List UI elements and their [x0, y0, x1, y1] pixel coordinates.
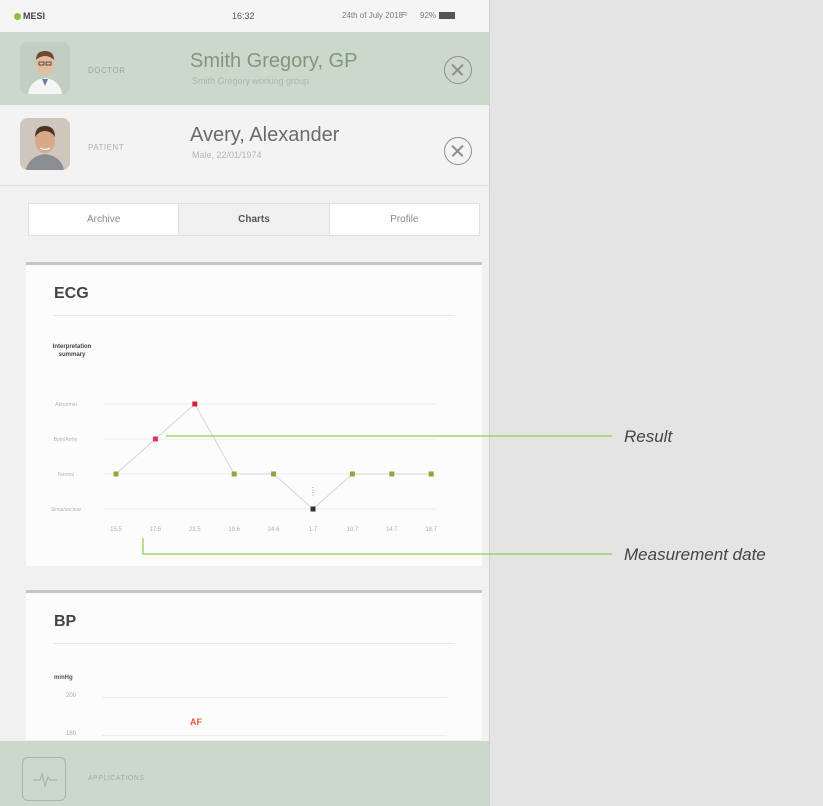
ecg-y-tick-label: Abnormal	[55, 402, 76, 408]
ecg-x-tick-label: 14.7	[386, 527, 398, 533]
status-time: 16:32	[232, 11, 255, 21]
brand-logo: MESI	[14, 11, 45, 21]
close-patient-icon[interactable]	[444, 137, 472, 165]
applications-label: APPLICATIONS	[88, 775, 145, 782]
ecg-ylabel: summary	[59, 352, 86, 358]
doctor-subtitle: Smith Gregory working group	[192, 76, 310, 86]
bp-gridline	[102, 697, 447, 698]
patient-subtitle: Male, 22/01/1974	[192, 150, 262, 160]
bp-card[interactable]: BP mmHg 200 180 AF	[26, 590, 482, 740]
bp-annotation: AF	[190, 717, 202, 727]
ecg-x-tick-label: 24.6	[268, 527, 280, 533]
ecg-chart[interactable]: Interpretation summary Sinus/unclear Normal…	[26, 265, 482, 565]
patient-header[interactable]: PATIENT Avery, Alexander Male, 22/01/197…	[0, 106, 489, 186]
ecg-x-tick-label: 19.6	[228, 527, 240, 533]
doctor-name: Smith Gregory, GP	[190, 50, 358, 72]
ecg-x-tick-label: 23.5	[189, 527, 201, 533]
ecg-data-point	[310, 506, 316, 512]
bp-tick-label: 180	[66, 731, 77, 737]
doctor-avatar	[20, 42, 70, 94]
callout-measurement-date-label: Measurement date	[624, 545, 766, 564]
callout-result-label: Result	[624, 427, 673, 446]
doctor-header[interactable]: DOCTOR Smith Gregory, GP Smith Gregory w…	[0, 32, 489, 105]
ecg-x-tick-label: 17.5	[150, 527, 162, 533]
ecg-data-point	[113, 471, 119, 477]
applications-bar[interactable]: APPLICATIONS	[0, 741, 489, 806]
status-bar: MESI 16:32 24th of July 2018 ≈ 92%	[0, 0, 489, 32]
tab-charts[interactable]: Charts	[179, 204, 330, 235]
bp-unit-label: mmHg	[54, 675, 73, 681]
ecg-data-point	[271, 471, 277, 477]
ecg-ylabel: Interpretation	[53, 344, 92, 350]
ecg-x-tick-label: 1.7	[309, 527, 318, 533]
ecg-y-tick-label: Bpm/Arrhy.	[54, 437, 79, 443]
view-tabs: Archive Charts Profile	[28, 203, 480, 236]
bp-card-title: BP	[54, 613, 77, 630]
ecg-x-tick-label: 18.7	[425, 527, 437, 533]
ecg-card[interactable]: ECG Interpretation summary Sinus/unclear No…	[26, 262, 482, 566]
tab-profile[interactable]: Profile	[330, 204, 479, 235]
ecg-y-tick-label: Sinus/unclear	[51, 507, 82, 513]
tab-archive[interactable]: Archive	[29, 204, 180, 235]
ecg-y-tick-label: Normal	[58, 472, 74, 478]
bp-tick-label: 200	[66, 693, 77, 699]
ecg-x-tick-label: 10.7	[347, 527, 359, 533]
ecg-app-icon[interactable]	[22, 757, 66, 801]
patient-role-label: PATIENT	[88, 143, 125, 152]
ecg-data-point	[389, 471, 395, 477]
close-doctor-icon[interactable]	[444, 56, 472, 84]
divider	[54, 643, 454, 644]
battery-icon: 92%	[420, 11, 456, 20]
status-date: 24th of July 2018	[342, 11, 403, 20]
ecg-data-point	[192, 401, 198, 407]
wifi-icon: ≈	[402, 9, 408, 20]
patient-name: Avery, Alexander	[190, 124, 340, 146]
ecg-x-tick-label: 15.5	[110, 527, 122, 533]
doctor-role-label: DOCTOR	[88, 66, 126, 75]
bp-gridline	[102, 735, 447, 736]
ecg-data-point	[231, 471, 237, 477]
ecg-data-point	[349, 471, 355, 477]
ecg-series-line	[115, 403, 432, 510]
tablet-screen: MESI 16:32 24th of July 2018 ≈ 92% DOCTO…	[0, 0, 490, 806]
ecg-data-point	[152, 436, 158, 442]
ecg-data-point	[428, 471, 434, 477]
patient-avatar	[20, 118, 70, 170]
